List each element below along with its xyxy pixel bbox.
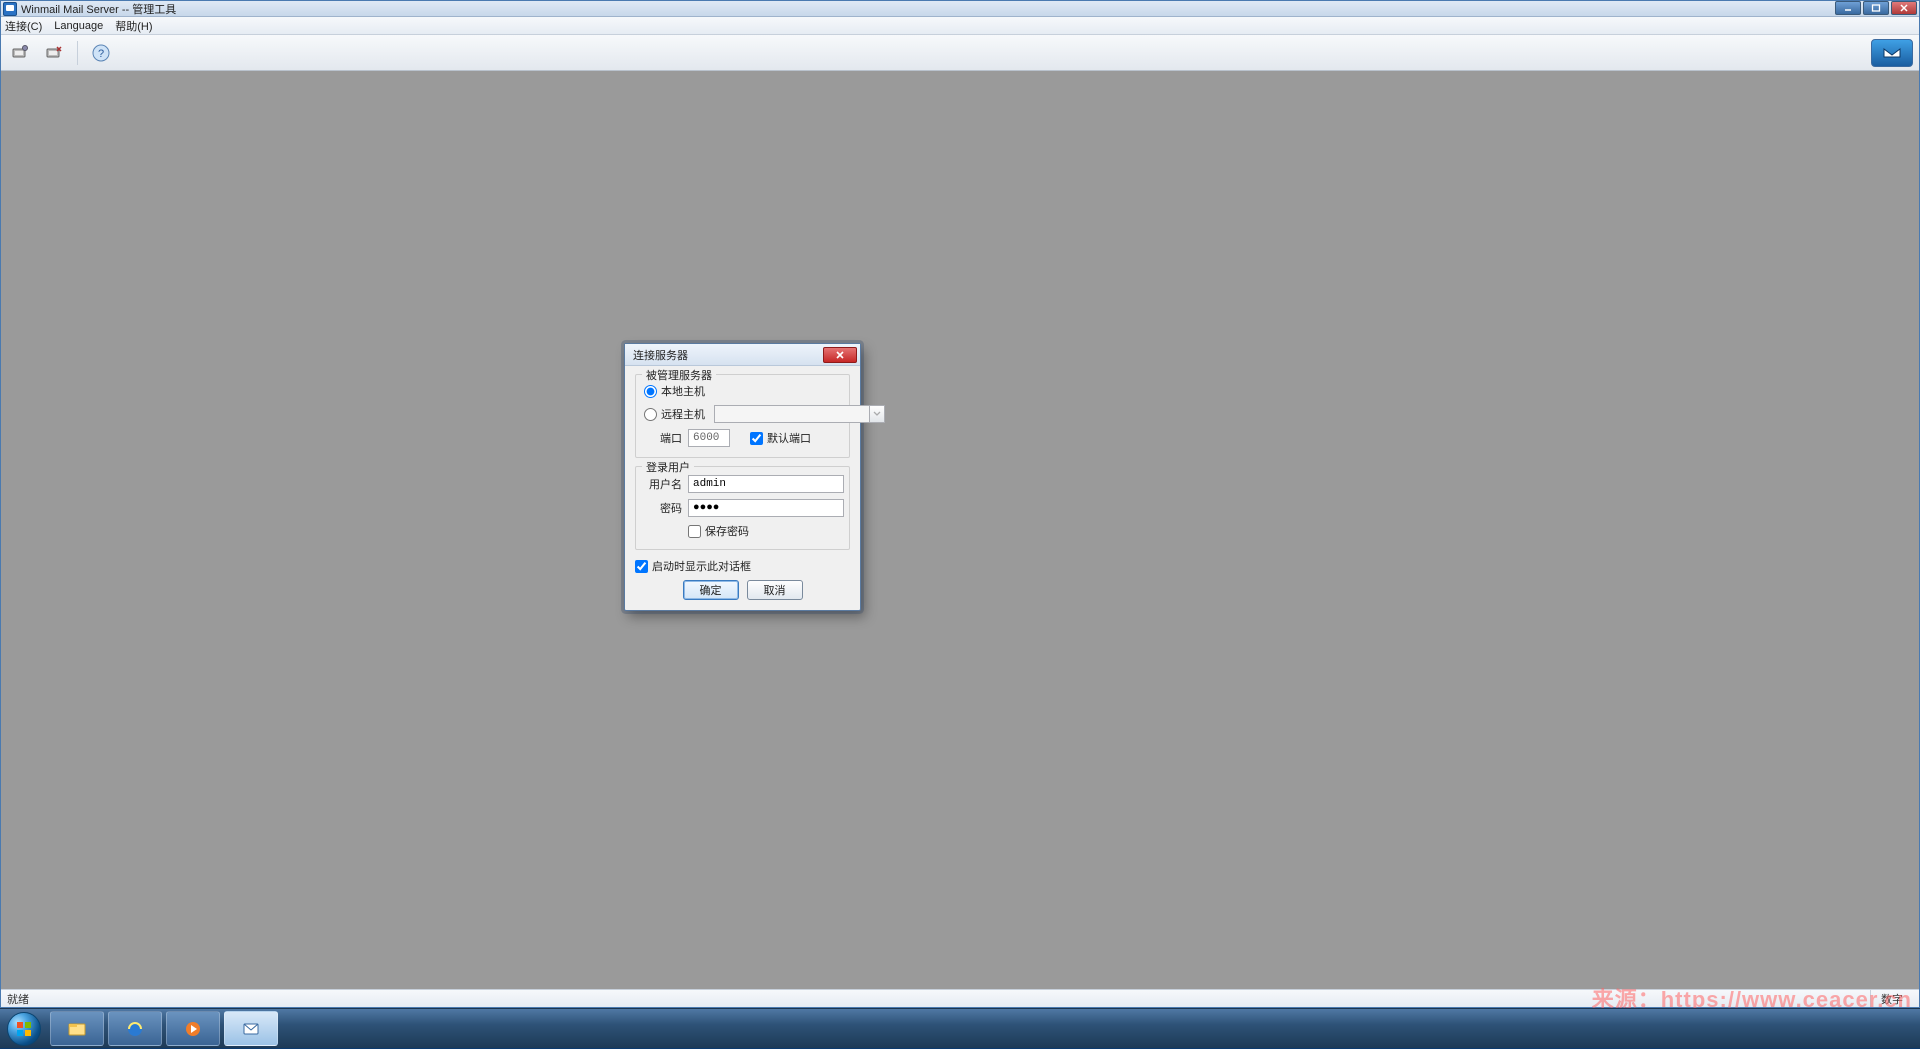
brand-logo [1871,39,1913,67]
system-tray[interactable] [1904,1009,1920,1048]
default-port-checkbox[interactable]: 默认端口 [750,430,811,446]
radio-local-host[interactable]: 本地主机 [644,383,705,399]
port-label: 端口 [644,430,682,446]
dialog-close-button[interactable] [823,347,857,363]
password-label: 密码 [644,500,682,516]
toolbar: ? [1,35,1919,71]
start-button[interactable] [0,1009,48,1049]
task-item-explorer[interactable] [50,1011,104,1046]
menu-help[interactable]: 帮助(H) [115,18,152,34]
maximize-button[interactable] [1863,1,1889,15]
menu-connect[interactable]: 连接(C) [5,18,42,34]
dialog-title: 连接服务器 [633,347,823,363]
show-on-startup-checkbox[interactable]: 启动时显示此对话框 [635,558,850,574]
task-item-media[interactable] [166,1011,220,1046]
status-numlock: 数字 [1870,990,1913,1007]
toolbar-connect-button[interactable] [7,40,33,66]
task-item-ie[interactable] [108,1011,162,1046]
radio-remote-host[interactable]: 远程主机 [644,406,708,422]
username-input[interactable] [688,475,844,493]
chevron-down-icon[interactable] [869,405,885,423]
minimize-button[interactable] [1835,1,1861,15]
dialog-titlebar: 连接服务器 [625,344,860,366]
toolbar-separator [77,41,78,65]
statusbar: 就绪 数字 [1,989,1919,1007]
mdi-workspace: 连接服务器 被管理服务器 本地主机 [1,71,1919,989]
group-managed-server: 被管理服务器 本地主机 远程主机 [635,374,850,458]
dialog-body: 被管理服务器 本地主机 远程主机 [625,366,860,610]
port-input[interactable] [688,429,730,447]
svg-text:?: ? [98,48,104,60]
app-icon [3,2,17,16]
ok-button[interactable]: 确定 [683,580,739,600]
radio-remote-input[interactable] [644,408,657,421]
app-window: Winmail Mail Server -- 管理工具 连接(C) Langua… [0,0,1920,1008]
group-server-title: 被管理服务器 [642,367,716,383]
remote-host-combo[interactable] [714,405,885,423]
remote-host-input[interactable] [714,405,869,423]
show-on-startup-input[interactable] [635,560,648,573]
titlebar: Winmail Mail Server -- 管理工具 [1,1,1919,17]
radio-local-input[interactable] [644,385,657,398]
toolbar-help-button[interactable]: ? [88,40,114,66]
taskbar [0,1008,1920,1048]
default-port-input[interactable] [750,432,763,445]
toolbar-disconnect-button[interactable] [41,40,67,66]
status-ready: 就绪 [7,991,1870,1007]
dialog-button-row: 确定 取消 [635,580,850,600]
group-login-title: 登录用户 [642,459,694,475]
save-password-checkbox[interactable]: 保存密码 [688,523,749,539]
window-title: Winmail Mail Server -- 管理工具 [21,1,176,17]
menu-language[interactable]: Language [54,20,103,32]
cancel-button[interactable]: 取消 [747,580,803,600]
window-controls [1835,1,1919,17]
connect-dialog: 连接服务器 被管理服务器 本地主机 [624,343,861,611]
group-login-user: 登录用户 用户名 密码 保存密码 [635,466,850,550]
save-password-input[interactable] [688,525,701,538]
username-label: 用户名 [644,476,682,492]
menubar: 连接(C) Language 帮助(H) [1,17,1919,35]
task-item-winmail[interactable] [224,1011,278,1046]
close-button[interactable] [1891,1,1917,15]
password-input[interactable] [688,499,844,517]
